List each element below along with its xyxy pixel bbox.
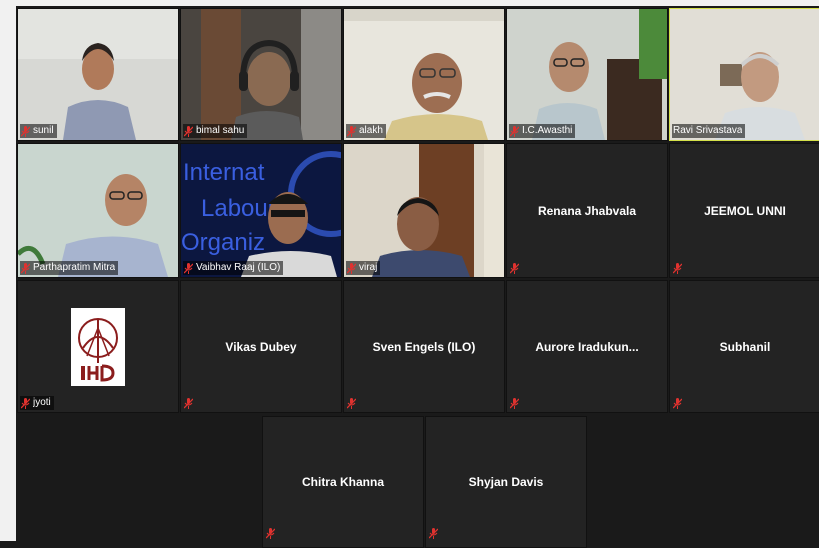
participant-name-label: bimal sahu [183, 124, 248, 138]
participant-video [344, 144, 504, 277]
participant-name-label: sunil [20, 124, 57, 138]
participant-video [18, 9, 178, 140]
participant-name: Vikas Dubey [225, 339, 297, 354]
muted-mic-icon [429, 528, 438, 539]
participant-name-label: Ravi Srivastava [672, 124, 746, 138]
participant-name-label: Vaibhav Raaj (ILO) [183, 261, 284, 275]
muted-mic-icon [510, 263, 519, 274]
video-tile-bimal-sahu[interactable]: bimal sahu [180, 8, 342, 141]
name-tile-aurore-iradukunda[interactable]: Aurore Iradukun... [506, 280, 668, 413]
video-tile-alakh[interactable]: alakh [343, 8, 505, 141]
muted-mic-icon [266, 528, 275, 539]
background-text-line-2: Labour [201, 195, 276, 222]
video-tile-viraj[interactable]: viraj [343, 143, 505, 278]
participant-name-label: I.C.Awasthi [509, 124, 576, 138]
participant-name: alakh [359, 125, 383, 136]
muted-mic-icon [21, 262, 30, 274]
participant-name: Renana Jhabvala [537, 203, 637, 218]
participant-name: jyoti [33, 397, 51, 408]
participant-video [670, 9, 819, 140]
video-tile-parthapratim-mitra[interactable]: Parthapratim Mitra [17, 143, 179, 278]
participant-name: Chitra Khanna [301, 475, 384, 489]
participant-name: I.C.Awasthi [522, 125, 573, 136]
participant-video [507, 9, 667, 140]
participant-name-label: jyoti [20, 396, 54, 410]
video-tile-ic-awasthi[interactable]: I.C.Awasthi [506, 8, 668, 141]
muted-mic-icon [21, 125, 30, 137]
participant-name: sunil [33, 125, 54, 136]
participant-video [18, 144, 178, 277]
background-text-line-3: Organiz [181, 229, 265, 256]
participant-name-label: alakh [346, 124, 386, 138]
page-margin-left [0, 0, 16, 541]
participant-name: Vaibhav Raaj (ILO) [196, 262, 281, 273]
name-tile-shyjan-davis[interactable]: Shyjan Davis [425, 416, 587, 548]
participant-name-label: Parthapratim Mitra [20, 261, 119, 275]
participant-name: Shyjan Davis [468, 475, 544, 489]
participant-name: Parthapratim Mitra [33, 262, 116, 273]
video-tile-ravi-srivastava-active-speaker[interactable]: Ravi Srivastava [669, 8, 819, 141]
muted-mic-icon [184, 125, 193, 137]
muted-mic-icon [510, 125, 519, 137]
institute-logo [71, 308, 125, 386]
participant-video [181, 9, 341, 140]
name-tile-chitra-khanna[interactable]: Chitra Khanna [262, 416, 424, 548]
name-tile-renana-jhabvala[interactable]: Renana Jhabvala [506, 143, 668, 278]
muted-mic-icon [21, 397, 30, 409]
muted-mic-icon [673, 263, 682, 274]
participant-name: Subhanil [719, 339, 771, 354]
participant-video: Internat Labour Organiz [181, 144, 341, 277]
muted-mic-icon [347, 398, 356, 409]
participant-name: JEEMOL UNNI [704, 203, 786, 218]
participant-name: Ravi Srivastava [673, 125, 743, 136]
muted-mic-icon [184, 398, 193, 409]
logo-tile-jyoti[interactable]: jyoti [17, 280, 179, 413]
muted-mic-icon [347, 262, 356, 274]
video-tile-vaibhav-raaj[interactable]: Internat Labour Organiz Vaibhav Raaj (IL… [180, 143, 342, 278]
name-tile-sven-engels[interactable]: Sven Engels (ILO) [343, 280, 505, 413]
background-text-line-1: Internat [183, 159, 265, 186]
page-margin-top [0, 0, 819, 6]
participant-name-label: viraj [346, 261, 381, 275]
name-tile-vikas-dubey[interactable]: Vikas Dubey [180, 280, 342, 413]
muted-mic-icon [347, 125, 356, 137]
muted-mic-icon [184, 262, 193, 274]
participant-name: viraj [359, 262, 378, 273]
video-tile-sunil[interactable]: sunil [17, 8, 179, 141]
muted-mic-icon [510, 398, 519, 409]
name-tile-subhanil[interactable]: Subhanil [669, 280, 819, 413]
participant-name: bimal sahu [196, 125, 245, 136]
muted-mic-icon [673, 398, 682, 409]
participant-name: Sven Engels (ILO) [372, 339, 476, 354]
participant-name: Aurore Iradukun... [535, 339, 639, 354]
participant-video [344, 9, 504, 140]
name-tile-jeemol-unni[interactable]: JEEMOL UNNI [669, 143, 819, 278]
